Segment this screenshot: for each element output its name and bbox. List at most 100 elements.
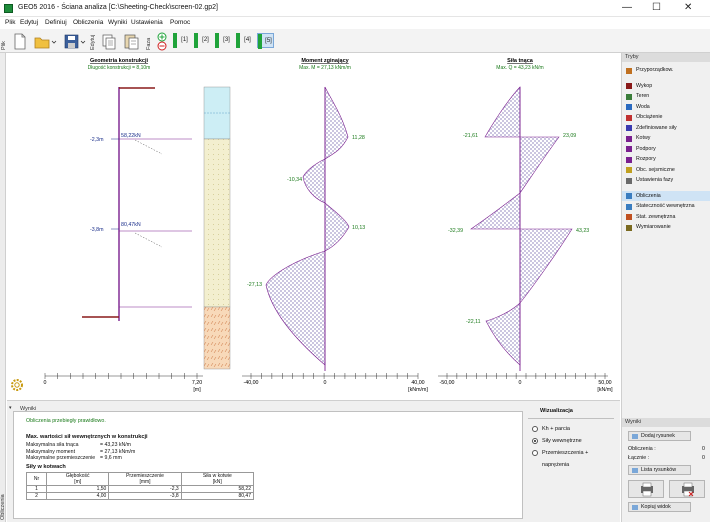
copy-data-icon[interactable] [99, 31, 117, 50]
mode-item-7[interactable]: Kotwy [622, 133, 710, 144]
moment-diagram [265, 86, 350, 366]
geometry-title: Geometria konstrukcji [90, 58, 149, 64]
add-stage-icon[interactable] [155, 31, 167, 51]
stage-group-label: Faza [146, 37, 152, 50]
geometry-ruler [44, 373, 203, 379]
mode-icon [626, 67, 632, 74]
menu-results[interactable]: Wyniki [108, 19, 127, 26]
stage-3-button[interactable]: [3] [215, 33, 232, 48]
total-count-label: Łącznie : [628, 455, 650, 461]
moment-label-1: 11,28 [352, 135, 365, 141]
mode-item-5[interactable]: Obciążenie [622, 112, 710, 123]
copy-view-button[interactable]: Kopiuj widok [628, 502, 691, 512]
window-title: GEO5 2016 - Ściana analiza [C:\Sheeting-… [18, 4, 219, 11]
table-row: 1 1,50 -2,3 58,22 [25, 485, 255, 493]
outputs-title: Wyniki [622, 418, 710, 427]
add-drawing-button[interactable]: Dodaj rysunek [628, 431, 691, 441]
q-axis-max: 50,00 [598, 380, 611, 386]
mode-item-13[interactable]: Stateczność wewnętrzna [622, 201, 710, 212]
mode-icon [626, 93, 632, 100]
mode-item-2[interactable]: Wykop [622, 81, 710, 92]
minimize-icon[interactable]: — [622, 2, 632, 13]
option-displacement-stress[interactable]: Przemieszczenia + naprężenia [532, 447, 614, 468]
stage-5-button[interactable]: [5] [257, 33, 274, 49]
max-forces-list: Maksymalna siła tnąca = 43,23 kN/m Maksym… [26, 442, 135, 462]
mode-item-9[interactable]: Rozpory [622, 154, 710, 165]
stage-4-button[interactable]: [4] [236, 33, 253, 48]
drawing-list-button[interactable]: Lista rysunków [628, 465, 691, 475]
menu-calculations[interactable]: Obliczenia [73, 19, 103, 26]
file-group-label: Plik [1, 41, 7, 50]
menu-help[interactable]: Pomoc [170, 19, 190, 26]
new-file-icon[interactable] [10, 31, 28, 50]
mode-item-12[interactable]: Obliczenia [622, 190, 710, 201]
modes-title: Tryby [622, 53, 710, 62]
save-icon[interactable] [62, 31, 86, 50]
soil-layer-clay-pattern [204, 307, 230, 369]
mode-icon [626, 125, 632, 131]
results-box: Obliczenia przebiegły prawidłowo. Max. w… [13, 411, 523, 519]
stage-2-button[interactable]: [2] [194, 33, 211, 48]
menu-settings[interactable]: Ustawienia [131, 19, 163, 26]
diagrams-svg: Geometria konstrukcji Długość konstrukcj… [44, 58, 614, 393]
shear-label-1: -21,61 [463, 133, 478, 139]
anchor-forces-table: Nr Głębokość [m] Przemieszczenie [mm] Si… [25, 472, 255, 500]
drawing-area: Geometria konstrukcji Długość konstrukcj… [7, 53, 618, 398]
shear-ruler [438, 373, 608, 379]
mode-item-14[interactable]: Stat. zewnętrzna [622, 212, 710, 223]
mode-item-6[interactable]: Zdefiniowane siły [622, 123, 710, 134]
mode-icon [626, 203, 632, 210]
menu-file[interactable]: Plik [5, 19, 15, 26]
option-internal-forces[interactable]: Siły wewnętrzne [532, 435, 614, 447]
copy-icon [632, 505, 638, 510]
calc-count-label: Obliczenia : [628, 446, 656, 452]
open-folder-icon[interactable] [32, 31, 57, 50]
moment-label-3: 10,13 [352, 225, 365, 231]
table-row: 2 4,00 -3,8 80,47 [25, 492, 255, 500]
calculation-tab[interactable]: Obliczenia [0, 490, 6, 520]
geo-axis-min: 0 [44, 380, 47, 386]
gear-icon[interactable] [9, 377, 25, 393]
mode-icon [626, 135, 632, 142]
mode-item-3[interactable]: Teren [622, 91, 710, 102]
mode-item-8[interactable]: Podpory [622, 144, 710, 155]
table-header-row: Nr Głębokość [m] Przemieszczenie [mm] Si… [25, 472, 255, 486]
header-depth: Głębokość [m] [46, 472, 110, 486]
mode-item-4[interactable]: Woda [622, 102, 710, 113]
mode-item-1[interactable]: Przyporządkow. [622, 65, 710, 76]
mode-item-10[interactable]: Obc. sejsmiczne [622, 165, 710, 176]
anchor-force-2: 80,47kN [121, 222, 141, 228]
edit-group-label: Edytuj [90, 34, 96, 50]
moment-label-4: -27,13 [247, 282, 262, 288]
paste-data-icon[interactable] [121, 31, 139, 50]
modes-list: Przyporządkow. Wykop Teren Woda Obciążenie Zd… [622, 65, 710, 233]
print-export-button[interactable] [669, 480, 705, 498]
mode-icon [626, 224, 632, 231]
mode-item-11[interactable]: Ustawienia fazy [622, 175, 710, 186]
mode-item-15[interactable]: Wymiarowanie [622, 222, 710, 233]
shear-label-2: 23,09 [563, 133, 576, 139]
anchor-forces-heading: Siły w kotwach [26, 464, 66, 470]
mode-icon [626, 167, 632, 173]
shear-subtitle: Max. Q = 43,23 kN/m [496, 65, 543, 71]
max-shear-value: = 43,23 kN/m [100, 442, 131, 448]
shear-label-5: -22,11 [466, 319, 481, 325]
option-kh-pressure[interactable]: Kh + parcia [532, 423, 614, 435]
max-moment-value: = 27,13 kNm/m [100, 448, 136, 455]
collapse-icon[interactable]: ▾ [9, 405, 12, 411]
shear-label-3: -32,39 [448, 228, 463, 234]
menu-define[interactable]: Definiuj [45, 19, 67, 26]
max-displacement-label: Maksymalne przemieszczenie [26, 455, 96, 462]
menu-edit[interactable]: Edytuj [20, 19, 38, 26]
m-axis-max: 40,00 [411, 380, 424, 386]
moment-ruler [242, 373, 419, 379]
printer-icon [641, 482, 653, 497]
status-text: Obliczenia przebiegły prawidłowo. [26, 418, 106, 424]
max-shear-label: Maksymalna siła tnąca [26, 442, 79, 448]
printer-export-icon [682, 482, 694, 497]
stage-1-button[interactable]: [1] [173, 33, 190, 48]
max-forces-heading: Max. wartości sił wewnętrznych w konstru… [26, 434, 148, 440]
close-icon[interactable]: ✕ [684, 2, 692, 13]
maximize-icon[interactable]: ☐ [652, 2, 661, 13]
print-button[interactable] [628, 480, 664, 498]
